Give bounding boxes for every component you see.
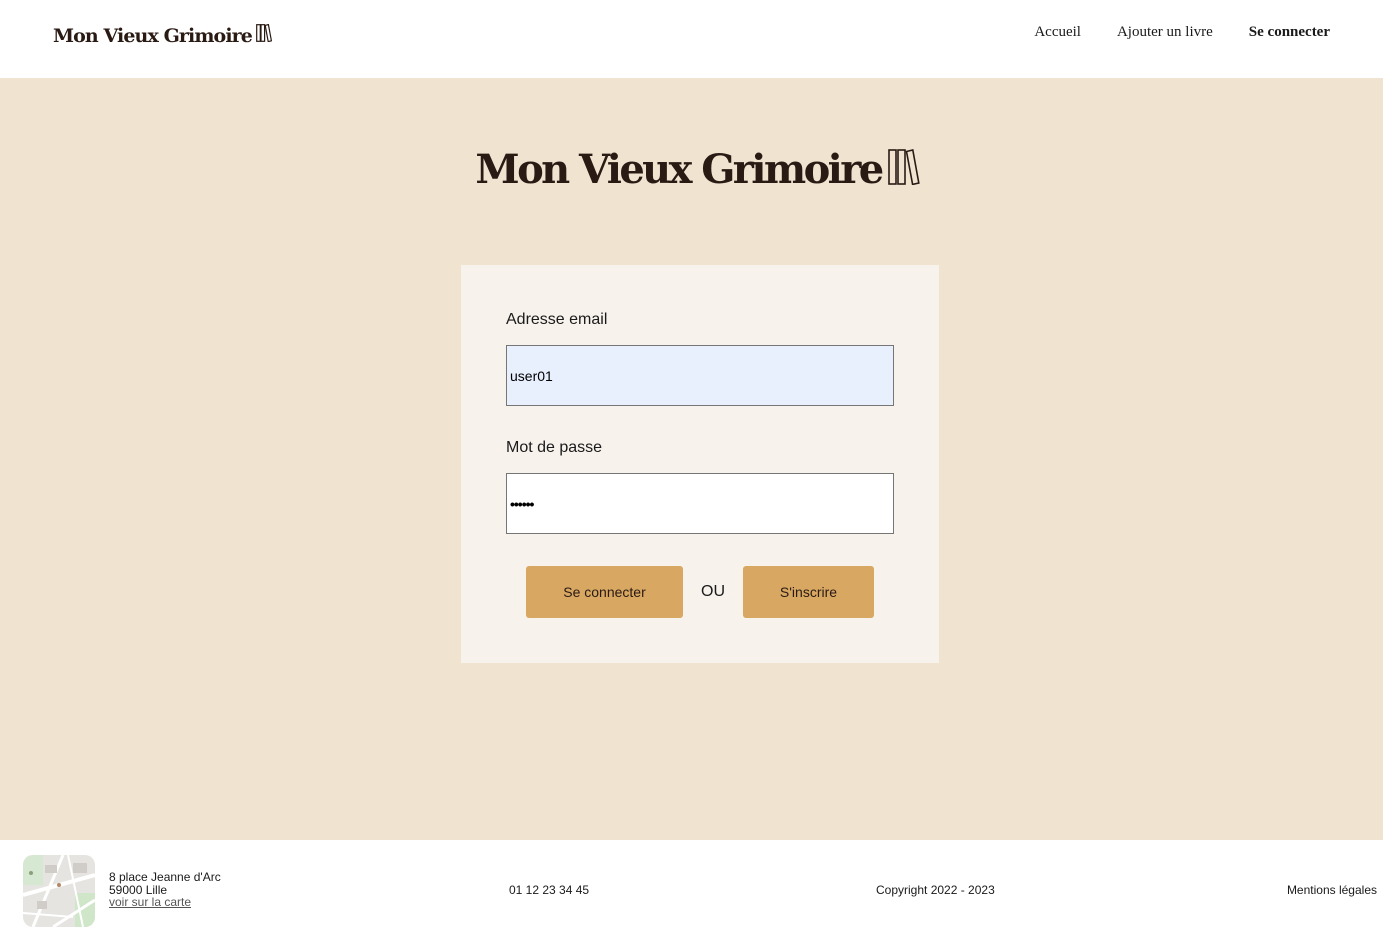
books-icon	[256, 23, 273, 47]
password-field[interactable]: ••••••	[506, 473, 894, 534]
login-button[interactable]: Se connecter	[526, 566, 683, 618]
map-thumbnail[interactable]	[23, 855, 95, 927]
email-field[interactable]	[506, 345, 894, 406]
signup-button[interactable]: S'inscrire	[743, 566, 874, 618]
or-separator: OU	[701, 583, 725, 600]
main-content: Mon Vieux Grimoire Adresse email Mot de …	[0, 78, 1383, 840]
site-footer: 8 place Jeanne d'Arc 59000 Lille voir su…	[0, 840, 1383, 937]
email-label: Adresse email	[506, 311, 608, 328]
nav-login[interactable]: Se connecter	[1249, 24, 1330, 41]
footer-phone: 01 12 23 34 45	[509, 883, 590, 897]
password-mask: ••••••	[510, 495, 534, 512]
legal-notice-link[interactable]: Mentions légales	[1287, 883, 1377, 897]
hero-logo-text: Mon Vieux Grimoire	[475, 146, 884, 193]
hero-logo: Mon Vieux Grimoire	[0, 146, 1383, 193]
address-street: 8 place Jeanne d'Arc	[109, 870, 221, 884]
map-link[interactable]: voir sur la carte	[109, 895, 191, 909]
login-card: Adresse email Mot de passe •••••• Se con…	[461, 265, 939, 663]
main-nav: Accueil Ajouter un livre Se connecter	[1034, 24, 1330, 41]
password-label: Mot de passe	[506, 439, 603, 456]
site-header: Mon Vieux Grimoire Accueil Ajouter un li…	[0, 0, 1383, 78]
nav-home[interactable]: Accueil	[1034, 24, 1081, 41]
footer-address: 8 place Jeanne d'Arc 59000 Lille voir su…	[109, 871, 221, 909]
footer-copyright: Copyright 2022 - 2023	[876, 883, 995, 897]
site-logo-text: Mon Vieux Grimoire	[53, 24, 253, 47]
books-icon	[887, 149, 920, 190]
nav-add-book[interactable]: Ajouter un livre	[1117, 24, 1213, 41]
site-logo[interactable]: Mon Vieux Grimoire	[53, 23, 273, 47]
